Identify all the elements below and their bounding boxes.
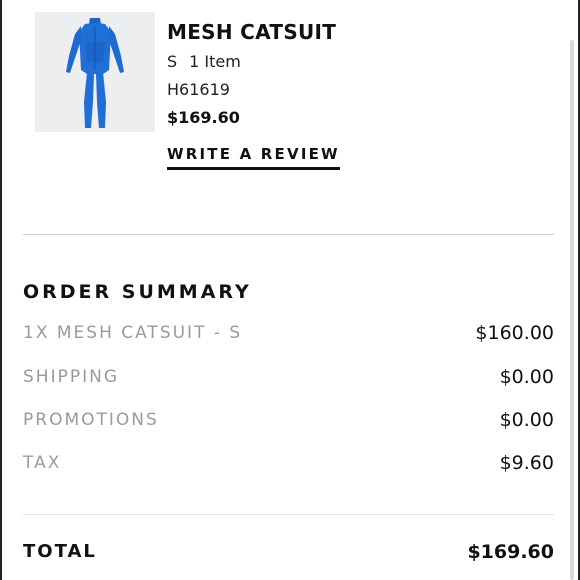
summary-row-value: $9.60 [499, 452, 554, 474]
window-frame-left [0, 0, 2, 580]
total-divider [23, 514, 554, 515]
product-quantity: 1 Item [189, 52, 241, 71]
product-sku: H61619 [167, 80, 230, 99]
summary-row-item: 1X MESH CATSUIT - S $160.00 [23, 322, 554, 349]
summary-row-label: 1X MESH CATSUIT - S [23, 323, 243, 343]
summary-row-label: SHIPPING [23, 367, 119, 387]
total-value: $169.60 [467, 541, 554, 563]
section-divider [23, 234, 554, 235]
summary-row-tax: TAX $9.60 [23, 452, 554, 479]
scrollbar[interactable] [570, 40, 574, 580]
product-price: $169.60 [167, 108, 240, 127]
summary-row-value: $0.00 [499, 366, 554, 388]
summary-row-promotions: PROMOTIONS $0.00 [23, 409, 554, 436]
order-summary-title: ORDER SUMMARY [23, 281, 252, 303]
total-label: TOTAL [23, 541, 97, 562]
summary-row-value: $0.00 [499, 409, 554, 431]
summary-row-value: $160.00 [475, 322, 554, 344]
summary-row-shipping: SHIPPING $0.00 [23, 366, 554, 393]
catsuit-image [35, 12, 155, 132]
product-size: S [167, 52, 178, 71]
summary-row-label: PROMOTIONS [23, 410, 159, 430]
product-size-quantity: S 1 Item [167, 52, 241, 71]
product-image[interactable] [35, 12, 155, 132]
order-item: MESH CATSUIT S 1 Item H61619 $169.60 WRIT… [35, 12, 535, 172]
product-name[interactable]: MESH CATSUIT [167, 20, 336, 44]
summary-row-label: TAX [23, 453, 62, 473]
write-review-link[interactable]: WRITE A REVIEW [167, 145, 340, 170]
